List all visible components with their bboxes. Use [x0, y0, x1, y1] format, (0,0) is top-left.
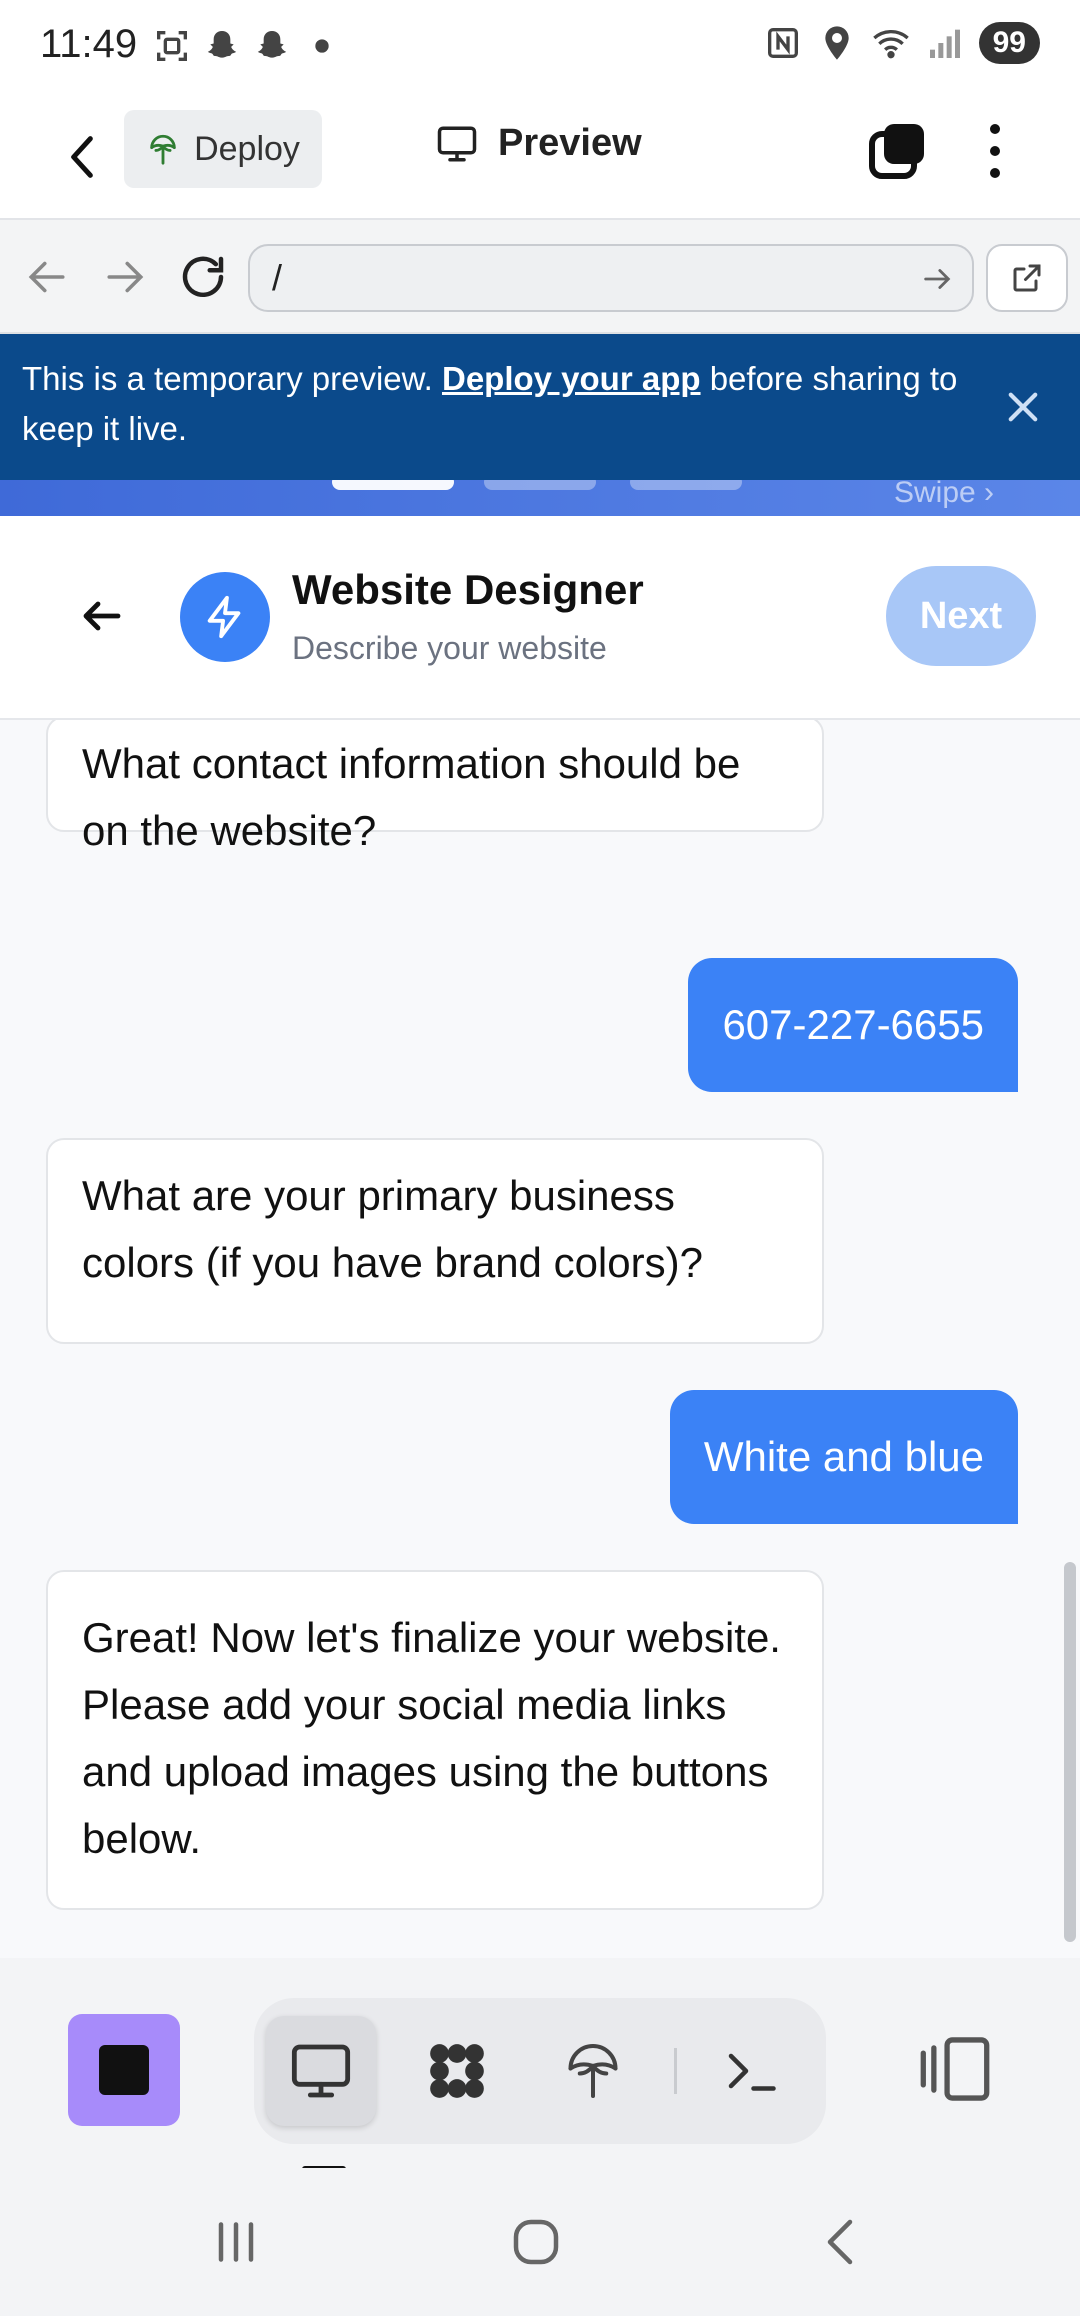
go-arrow-icon[interactable]: [920, 262, 954, 296]
browser-back-icon[interactable]: [20, 250, 74, 304]
designer-header: Website Designer Describe your website N…: [0, 516, 1080, 720]
battery-indicator: 99: [978, 22, 1040, 64]
tool-preview[interactable]: [266, 2016, 376, 2126]
home-icon[interactable]: [506, 2212, 566, 2272]
bottom-toolbar: [0, 1958, 1080, 2172]
chat-area[interactable]: What contact information should be on th…: [0, 720, 1080, 1958]
browser-forward-icon[interactable]: [98, 250, 152, 304]
deploy-button[interactable]: Deploy: [124, 110, 322, 188]
banner-text-start: This is a temporary preview.: [22, 360, 442, 397]
signal-icon: [929, 29, 960, 58]
panel-toggle-icon[interactable]: [918, 2034, 992, 2104]
bot-message: What are your primary business colors (i…: [46, 1138, 824, 1344]
designer-title: Website Designer: [292, 566, 644, 613]
system-back-icon[interactable]: [810, 2212, 870, 2272]
snapchat-icon: [257, 31, 287, 58]
step-strip: Swipe ›: [0, 480, 1080, 516]
snapchat-icon: [207, 31, 237, 58]
stop-icon: [99, 2045, 149, 2095]
apps-icon: [430, 2044, 484, 2098]
step-indicator: [630, 480, 742, 490]
deploy-icon: [150, 134, 176, 165]
chevron-left-icon: [71, 136, 93, 178]
deploy-icon: [568, 2044, 618, 2098]
swipe-hint: Swipe ›: [894, 480, 995, 509]
bot-message: Great! Now let's finalize your website. …: [46, 1570, 824, 1910]
scrollbar[interactable]: [1064, 1562, 1076, 1942]
tool-terminal[interactable]: [696, 2016, 806, 2126]
wifi-icon: [872, 30, 909, 59]
terminal-icon: [728, 2053, 776, 2091]
open-external-button[interactable]: [986, 244, 1068, 312]
dot-icon: [315, 39, 329, 53]
bot-message: What contact information should be on th…: [46, 720, 824, 854]
deploy-app-link[interactable]: Deploy your app: [442, 360, 701, 397]
system-navigation: [0, 2168, 1080, 2316]
temporary-preview-banner: This is a temporary preview. Deploy your…: [0, 334, 1080, 480]
more-dot-icon: [990, 146, 1000, 156]
stop-button[interactable]: [68, 2014, 180, 2126]
location-icon: [824, 26, 849, 60]
recent-apps-icon[interactable]: [206, 2212, 266, 2272]
tool-apps[interactable]: [402, 2016, 512, 2126]
screenshot-icon: [157, 31, 187, 61]
nfc-icon: [767, 28, 798, 58]
more-dot-icon: [990, 168, 1000, 178]
step-indicator: [332, 480, 454, 490]
next-button[interactable]: Next: [886, 566, 1036, 666]
user-message: White and blue: [669, 1390, 1018, 1524]
status-time: 11:49: [40, 22, 138, 66]
lightning-icon: [207, 595, 241, 639]
designer-avatar: [180, 572, 270, 662]
browser-toolbar: [0, 220, 1080, 334]
tool-group: [254, 1998, 826, 2144]
deploy-label: Deploy: [194, 129, 300, 168]
external-link-icon: [1013, 264, 1041, 292]
stack-icon: [869, 124, 924, 179]
banner-text: This is a temporary preview. Deploy your…: [22, 354, 982, 454]
tool-divider: [674, 2048, 677, 2094]
status-left-icons: [152, 26, 342, 66]
status-bar: 11:49 99: [0, 0, 1080, 96]
designer-subtitle: Describe your website: [292, 630, 607, 666]
step-indicator: [484, 480, 596, 490]
user-message: 607-227-6655: [688, 958, 1018, 1092]
status-right-icons: 99: [763, 22, 1040, 64]
url-bar[interactable]: [248, 244, 974, 312]
close-icon[interactable]: [1002, 386, 1044, 428]
reload-icon[interactable]: [176, 250, 230, 304]
preview-tab[interactable]: Preview: [436, 122, 642, 165]
more-dot-icon: [990, 124, 1000, 134]
tool-deploy[interactable]: [538, 2016, 648, 2126]
preview-label: Preview: [498, 122, 642, 164]
stack-button[interactable]: [866, 118, 930, 182]
back-button[interactable]: [54, 122, 110, 192]
more-options-button[interactable]: [970, 116, 1020, 186]
url-input[interactable]: [272, 254, 872, 302]
app-bar: Deploy Preview: [0, 96, 1080, 220]
arrow-left-icon[interactable]: [78, 592, 126, 640]
monitor-icon: [291, 2044, 351, 2098]
monitor-icon: [437, 126, 477, 161]
